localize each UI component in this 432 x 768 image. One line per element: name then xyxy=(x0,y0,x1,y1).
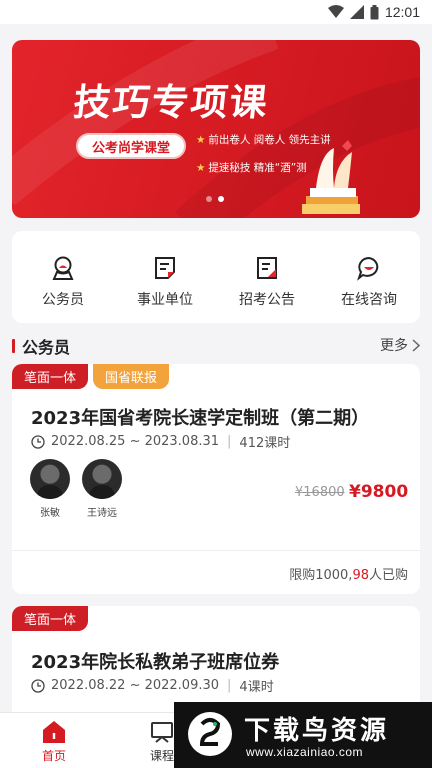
announcement-icon xyxy=(257,257,277,279)
status-bar: 12:01 xyxy=(0,0,432,24)
banner-title: 技巧专项课 xyxy=(71,81,271,124)
teacher[interactable]: 王诗远 xyxy=(82,459,122,519)
battery-icon xyxy=(370,4,379,19)
watermark: 下载鸟资源 www.xiazainiao.com xyxy=(174,702,432,768)
section-accent-bar xyxy=(12,339,15,353)
course-tags: 笔面一体 xyxy=(12,606,89,631)
course-dates: 2022.08.25 ~ 2023.08.31 xyxy=(51,434,220,449)
more-label: 更多 xyxy=(380,338,408,354)
banner-pagination xyxy=(206,196,224,202)
tab-label: 首页 xyxy=(41,749,66,763)
teacher[interactable]: 张敏 xyxy=(30,459,70,519)
section-title: 公务员 xyxy=(22,338,71,357)
purchased-count: 98 xyxy=(352,568,369,583)
quick-nav: 公务员 事业单位 招考公告 在线咨询 xyxy=(12,231,420,323)
status-time: 12:01 xyxy=(384,4,420,20)
banner-tag: 公考尚学课堂 xyxy=(76,133,186,159)
course-icon xyxy=(151,722,173,743)
nav-label: 公务员 xyxy=(42,292,84,308)
watermark-title: 下载鸟资源 xyxy=(244,716,390,746)
clock-icon xyxy=(31,434,45,449)
teacher-name: 王诗远 xyxy=(87,508,117,519)
course-hours: 4课时 xyxy=(239,680,274,695)
nav-item-consult[interactable]: 在线咨询 xyxy=(318,231,420,323)
tag-badge: 笔面一体 xyxy=(12,364,89,389)
book-illustration xyxy=(302,140,360,214)
home-icon xyxy=(43,721,65,743)
course-meta: 2022.08.22 ~ 2022.09.30 | 4课时 xyxy=(31,676,274,695)
tab-home[interactable]: 首页 xyxy=(0,713,108,768)
nav-item-institution[interactable]: 事业单位 xyxy=(114,231,216,323)
meta-separator: | xyxy=(227,434,232,449)
teacher-name: 张敏 xyxy=(40,508,60,519)
limit-suffix: 人已购 xyxy=(368,568,408,583)
sale-price: ¥9800 xyxy=(349,482,409,502)
tag-badge: 笔面一体 xyxy=(12,606,89,631)
course-tags: 笔面一体 国省联报 xyxy=(12,364,170,389)
limit-prefix: 限购1000, xyxy=(289,568,353,583)
course-meta: 2022.08.25 ~ 2023.08.31 | 412课时 xyxy=(31,432,290,451)
star-icon: ★ xyxy=(196,162,206,174)
watermark-url: www.xiazainiao.com xyxy=(246,745,364,759)
nav-item-announcement[interactable]: 招考公告 xyxy=(216,231,318,323)
clock-icon xyxy=(31,678,45,693)
section-header: 公务员 更多 xyxy=(12,334,420,357)
original-price: ¥16800 xyxy=(295,485,345,500)
pagination-dot-active[interactable] xyxy=(218,196,224,202)
course-title: 2023年国省考院长速学定制班（第二期） xyxy=(31,408,370,429)
status-icons: 12:01 xyxy=(327,4,420,20)
chat-icon xyxy=(357,256,379,281)
meta-separator: | xyxy=(227,678,232,693)
promo-banner[interactable]: 技巧专项课 公考尚学课堂 ★ 前出卷人 阅卷人 领先主讲 ★ 提速秘技 精准“酒”测 xyxy=(12,40,420,218)
purchase-limit: 限购1000,98人已购 xyxy=(289,564,408,583)
pagination-dot[interactable] xyxy=(206,196,212,202)
tab-label: 课程 xyxy=(149,749,174,763)
civil-servant-icon xyxy=(52,256,74,280)
nav-item-civil-servant[interactable]: 公务员 xyxy=(12,231,114,323)
banner-bullet-2: ★ 提速秘技 精准“酒”测 xyxy=(196,160,307,175)
avatar xyxy=(82,459,122,499)
banner-bullet-2-text: 提速秘技 精准“酒”测 xyxy=(208,162,307,174)
institution-icon xyxy=(155,257,175,279)
course-title: 2023年院长私教弟子班席位券 xyxy=(31,652,280,673)
more-link[interactable]: 更多 xyxy=(380,335,420,355)
teacher-list: 张敏 王诗远 xyxy=(30,459,122,519)
signal-icon xyxy=(349,5,364,19)
chevron-right-icon xyxy=(412,338,420,352)
star-icon: ★ xyxy=(196,134,206,146)
avatar xyxy=(30,459,70,499)
course-card[interactable]: 笔面一体 国省联报 2023年国省考院长速学定制班（第二期） 2022.08.2… xyxy=(12,364,420,594)
course-dates: 2022.08.22 ~ 2022.09.30 xyxy=(51,678,220,693)
wifi-icon xyxy=(327,5,344,18)
tag-badge: 国省联报 xyxy=(93,364,170,389)
nav-label: 招考公告 xyxy=(239,292,295,308)
divider xyxy=(12,550,420,551)
nav-label: 在线咨询 xyxy=(341,292,397,308)
bird-logo-icon xyxy=(199,718,221,746)
nav-label: 事业单位 xyxy=(137,292,193,308)
watermark-logo-icon xyxy=(188,712,232,756)
course-hours: 412课时 xyxy=(239,436,291,451)
